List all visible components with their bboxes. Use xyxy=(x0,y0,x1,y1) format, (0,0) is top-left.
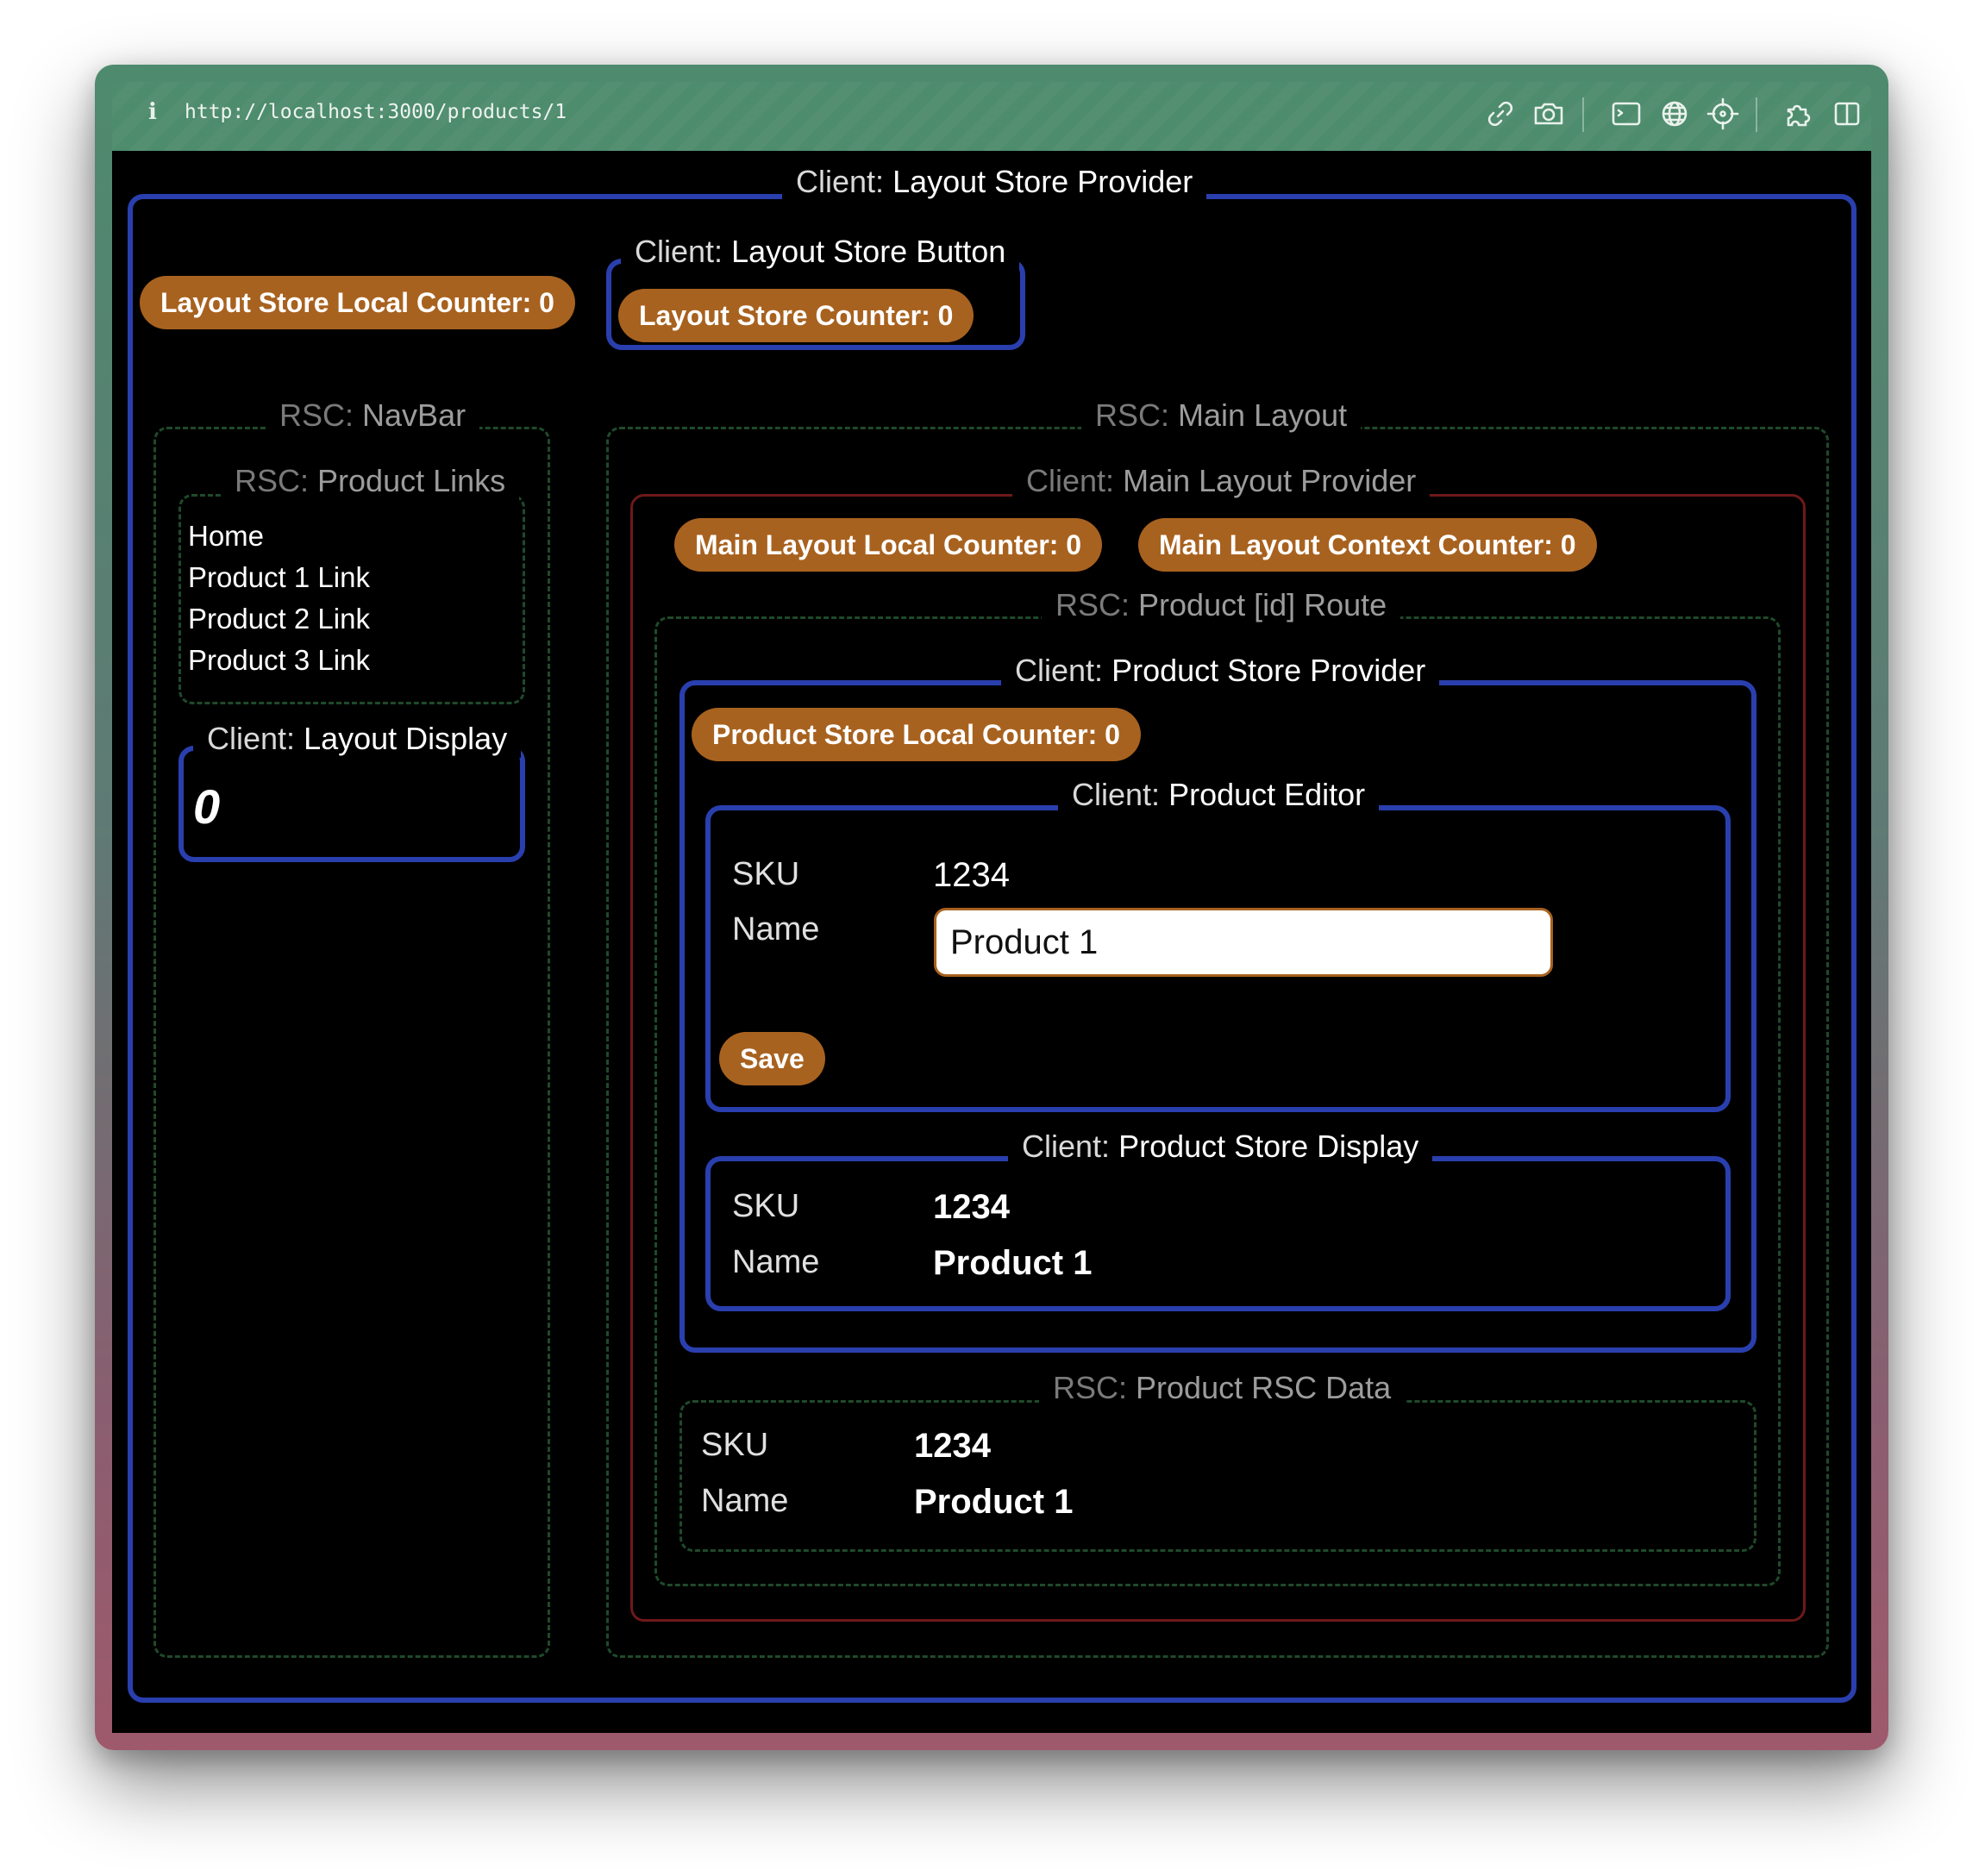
main-layout-context-counter-button[interactable]: Main Layout Context Counter: 0 xyxy=(1138,518,1597,572)
product-store-display-box xyxy=(705,1156,1731,1311)
link-icon[interactable] xyxy=(1483,97,1518,131)
layout-store-local-counter-button[interactable]: Layout Store Local Counter: 0 xyxy=(140,276,575,329)
product-rsc-data-box xyxy=(679,1400,1756,1552)
layout-store-provider-title: Client: Layout Store Provider xyxy=(782,163,1207,201)
rsc-data-name-label: Name xyxy=(701,1483,789,1519)
rsc-data-sku-value: 1234 xyxy=(914,1427,991,1465)
nav-link-product-3[interactable]: Product 3 Link xyxy=(188,644,370,677)
store-display-name-label: Name xyxy=(732,1244,820,1280)
nav-link-product-1[interactable]: Product 1 Link xyxy=(188,561,370,594)
browser-window: i http://localhost:3000/products/1 Clien… xyxy=(95,65,1888,1750)
browser-toolbar: i http://localhost:3000/products/1 xyxy=(112,82,1871,151)
nav-link-home[interactable]: Home xyxy=(188,520,264,553)
puzzle-icon[interactable] xyxy=(1781,97,1816,131)
layout-store-counter-button[interactable]: Layout Store Counter: 0 xyxy=(618,289,974,342)
product-name-input[interactable] xyxy=(934,908,1553,977)
save-button[interactable]: Save xyxy=(719,1032,825,1085)
layout-display-value: 0 xyxy=(193,779,221,834)
camera-icon[interactable] xyxy=(1531,97,1566,131)
crosshair-icon[interactable] xyxy=(1706,97,1740,131)
sidebar-icon[interactable] xyxy=(1830,97,1864,131)
product-store-display-title: Client: Product Store Display xyxy=(1008,1128,1433,1166)
main-layout-local-counter-button[interactable]: Main Layout Local Counter: 0 xyxy=(674,518,1103,572)
rsc-data-sku-label: SKU xyxy=(701,1427,769,1463)
store-display-name-value: Product 1 xyxy=(933,1244,1093,1282)
product-links-title: RSC: Product Links xyxy=(221,462,520,500)
rsc-data-name-value: Product 1 xyxy=(914,1483,1074,1521)
nav-link-product-2[interactable]: Product 2 Link xyxy=(188,603,370,635)
store-display-sku-label: SKU xyxy=(732,1188,800,1224)
editor-sku-label: SKU xyxy=(732,856,800,892)
editor-name-label: Name xyxy=(732,911,820,947)
layout-store-button-title: Client: Layout Store Button xyxy=(621,233,1020,271)
globe-icon[interactable] xyxy=(1657,97,1692,131)
product-editor-title: Client: Product Editor xyxy=(1058,776,1380,814)
editor-sku-value: 1234 xyxy=(933,856,1010,894)
page-viewport: Client: Layout Store Provider Layout Sto… xyxy=(112,151,1871,1733)
toolbar-separator xyxy=(1582,97,1584,132)
layout-display-title: Client: Layout Display xyxy=(193,720,522,758)
main-layout-provider-title: Client: Main Layout Provider xyxy=(1012,462,1431,500)
product-route-title: RSC: Product [id] Route xyxy=(1042,586,1401,624)
navbar-title: RSC: NavBar xyxy=(266,397,480,435)
info-icon[interactable]: i xyxy=(148,99,157,125)
product-rsc-data-title: RSC: Product RSC Data xyxy=(1039,1369,1406,1407)
toolbar-separator xyxy=(1756,97,1757,132)
terminal-icon[interactable] xyxy=(1609,97,1644,131)
main-layout-title: RSC: Main Layout xyxy=(1081,397,1362,435)
product-store-provider-title: Client: Product Store Provider xyxy=(1001,652,1440,690)
product-store-local-counter-button[interactable]: Product Store Local Counter: 0 xyxy=(692,708,1141,761)
layout-display-box xyxy=(178,746,525,862)
address-bar[interactable]: http://localhost:3000/products/1 xyxy=(185,101,567,123)
store-display-sku-value: 1234 xyxy=(933,1188,1010,1226)
